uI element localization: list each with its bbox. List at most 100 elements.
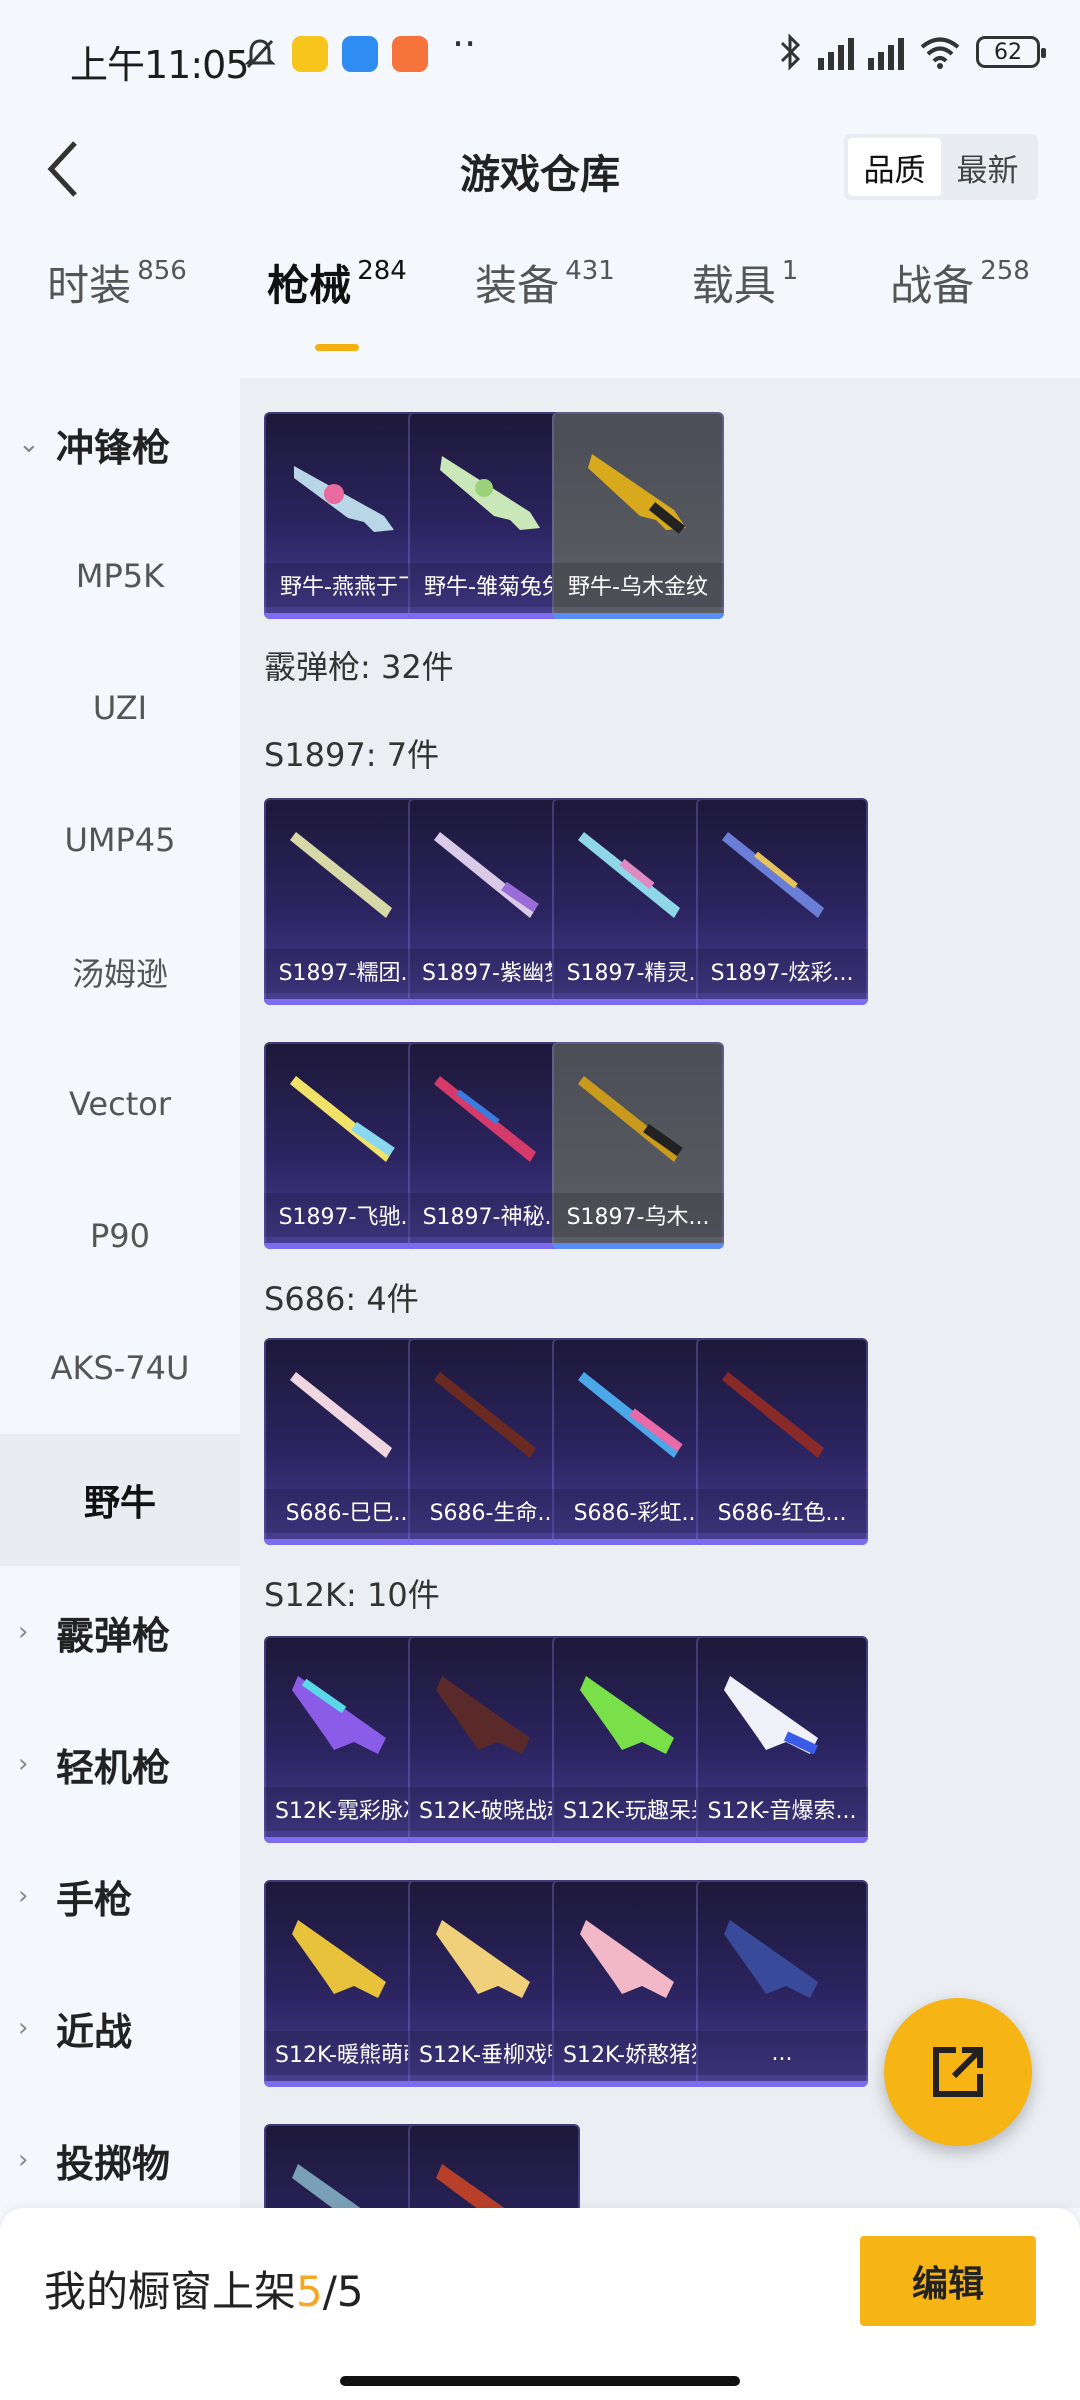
app-icon-yellow: [292, 36, 328, 72]
tab-label: 时装: [47, 261, 132, 310]
tab-label: 战备: [890, 261, 975, 310]
rarity-stripe: [696, 999, 868, 1005]
gun-skin-icon: [294, 466, 394, 532]
sidebar-group-throwables[interactable]: › 投掷物: [0, 2094, 240, 2208]
sidebar-item-mp5k[interactable]: MP5K: [0, 510, 240, 642]
showcase-label: 我的橱窗上架: [44, 2267, 297, 2316]
sidebar-group-label: 霰弹枪: [56, 1613, 171, 1658]
sidebar-group-shotgun[interactable]: › 霰弹枪: [0, 1566, 240, 1698]
signal-1-icon: [818, 34, 854, 70]
tab-outfits[interactable]: 时装 856: [0, 252, 234, 362]
gun-skin-icon: [578, 1372, 683, 1458]
tab-label: 载具: [691, 261, 776, 310]
nav-bar: 游戏仓库 品质 最新: [0, 118, 1080, 222]
rarity-stripe: [552, 1243, 724, 1249]
tab-equipment[interactable]: 装备 431: [440, 252, 650, 362]
section-header-s12k: S12K: 10件: [264, 1576, 440, 1614]
tab-count: 284: [357, 256, 407, 286]
tab-count: 258: [980, 256, 1030, 286]
gun-skin-icon: [434, 1372, 536, 1458]
edit-button[interactable]: 编辑: [860, 2236, 1036, 2326]
sidebar-group-label: 冲锋枪: [56, 425, 171, 470]
gun-skin-icon: [588, 454, 686, 534]
section-header-shotgun: 霰弹枪: 32件: [264, 648, 454, 686]
tab-label: 枪械: [267, 261, 352, 310]
item-name: S1897-炫彩...: [696, 949, 868, 993]
notification-icons: [242, 36, 428, 72]
sort-newest[interactable]: 最新: [941, 138, 1034, 196]
item-name: ...: [696, 2031, 868, 2075]
gun-skin-icon: [290, 1372, 392, 1458]
gun-skin-icon: [290, 1076, 395, 1162]
wifi-icon: [920, 37, 960, 69]
sidebar-group-label: 手枪: [56, 1877, 133, 1922]
item-name: 野牛-乌木金纹: [552, 563, 724, 607]
sidebar-item-uzi[interactable]: UZI: [0, 642, 240, 774]
share-button[interactable]: [884, 1998, 1032, 2146]
status-bar: 上午11:05 ·· 62: [0, 0, 1080, 118]
gun-skin-icon: [290, 832, 392, 918]
item-card[interactable]: 野牛-乌木金纹: [552, 412, 724, 619]
gun-skin-icon: [580, 1676, 674, 1754]
chevron-right-icon: ›: [18, 1617, 29, 1647]
gun-skin-icon: [722, 832, 824, 918]
tab-count: 431: [565, 256, 615, 286]
active-tab-indicator: [315, 344, 359, 351]
tab-vehicles[interactable]: 载具 1: [650, 252, 840, 362]
gun-skin-icon: [580, 1920, 674, 1998]
gun-skin-icon: [724, 1676, 819, 1755]
sidebar-group-label: 轻机枪: [56, 1745, 171, 1790]
app-icon-orange: [392, 36, 428, 72]
more-notifications-icon: ··: [452, 22, 477, 66]
gun-skin-icon: [292, 1920, 386, 1998]
gun-skin-icon: [578, 832, 680, 918]
item-name: S12K-音爆索...: [696, 1787, 868, 1831]
item-card[interactable]: ...: [696, 1880, 868, 2087]
showcase-current: 5: [296, 2267, 323, 2316]
chevron-down-icon: ⌄: [18, 429, 40, 459]
home-indicator[interactable]: [340, 2376, 740, 2386]
sidebar-item-thompson[interactable]: 汤姆逊: [0, 906, 240, 1038]
item-card[interactable]: S1897-乌木...: [552, 1042, 724, 1249]
gun-skin-icon: [292, 2164, 361, 2208]
rarity-stripe: [696, 1837, 868, 1843]
sidebar-group-lmg[interactable]: › 轻机枪: [0, 1698, 240, 1830]
rarity-stripe: [696, 2081, 868, 2087]
sidebar-item-p90[interactable]: P90: [0, 1170, 240, 1302]
tab-supplies[interactable]: 战备 258: [840, 252, 1080, 362]
item-card[interactable]: [408, 2124, 580, 2208]
sort-quality[interactable]: 品质: [848, 138, 941, 196]
sidebar-item-bison[interactable]: 野牛: [0, 1434, 240, 1566]
gun-skin-icon: [724, 1920, 818, 1998]
gun-skin-icon: [292, 1676, 386, 1754]
item-card[interactable]: S12K-音爆索...: [696, 1636, 868, 1843]
app-icon-blue: [342, 36, 378, 72]
item-card[interactable]: S686-红色...: [696, 1338, 868, 1545]
tab-guns[interactable]: 枪械 284: [234, 252, 440, 362]
signal-2-icon: [868, 34, 904, 70]
gun-skin-icon: [436, 1676, 530, 1754]
gun-skin-icon: [578, 1076, 683, 1162]
category-tabs: 时装 856 枪械 284 装备 431 载具 1 战备 258: [0, 252, 1080, 362]
rarity-stripe: [696, 1539, 868, 1545]
sidebar-item-aks74u[interactable]: AKS-74U: [0, 1302, 240, 1434]
gun-skin-icon: [434, 1076, 536, 1162]
gun-skin-icon: [722, 1372, 824, 1458]
item-name: S686-红色...: [696, 1489, 868, 1533]
sidebar-group-melee[interactable]: › 近战: [0, 1962, 240, 2094]
sidebar-group-label: 投掷物: [56, 2141, 171, 2186]
sort-toggle: 品质 最新: [844, 134, 1038, 200]
item-card[interactable]: S1897-炫彩...: [696, 798, 868, 1005]
section-header-s686: S686: 4件: [264, 1280, 419, 1318]
sidebar-item-ump45[interactable]: UMP45: [0, 774, 240, 906]
sidebar-group-smg[interactable]: ⌄ 冲锋枪: [0, 378, 240, 510]
chevron-right-icon: ›: [18, 2145, 29, 2175]
bottom-bar: 我的橱窗上架5/5 编辑: [0, 2208, 1080, 2400]
sidebar-group-label: 近战: [56, 2009, 133, 2054]
status-time: 上午11:05: [70, 43, 250, 87]
showcase-total: /5: [322, 2267, 364, 2316]
item-grid: 野牛-燕燕于飞 野牛-雏菊兔兔 野牛-乌木金纹 霰弹枪: 32件 S1897: …: [240, 378, 1080, 2208]
sidebar-group-pistol[interactable]: › 手枪: [0, 1830, 240, 1962]
sidebar-item-vector[interactable]: Vector: [0, 1038, 240, 1170]
item-name: S1897-乌木...: [552, 1193, 724, 1237]
